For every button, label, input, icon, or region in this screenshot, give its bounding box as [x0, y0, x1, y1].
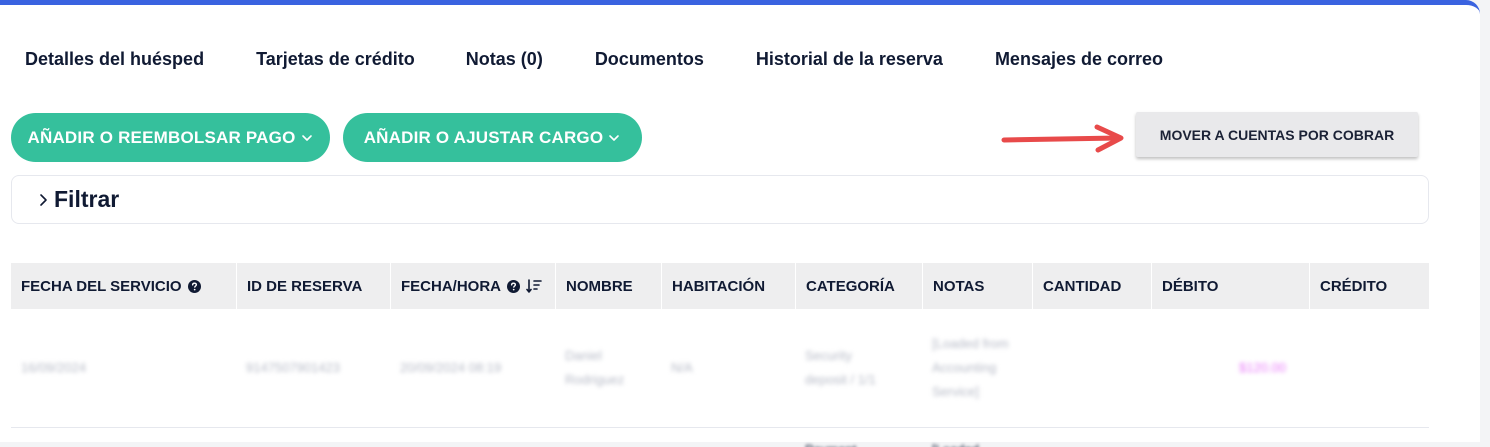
tab-email-messages[interactable]: Mensajes de correo [995, 49, 1163, 70]
header-date-time-label: FECHA/HORA [401, 277, 501, 295]
help-icon[interactable] [507, 279, 520, 293]
cell-name: Daniel Rodriguez [565, 348, 625, 387]
chevron-down-icon [609, 134, 620, 141]
cell-date-time: 20/09/2024 08:19 [400, 360, 502, 375]
chevron-right-icon [40, 193, 47, 206]
reservation-panel: Detalles del huésped Tarjetas de crédito… [0, 0, 1480, 447]
tab-reservation-history[interactable]: Historial de la reserva [756, 49, 943, 70]
tab-documents[interactable]: Documentos [595, 49, 704, 70]
help-icon[interactable] [187, 279, 201, 293]
table-row[interactable]: Payment [Loaded [11, 428, 1429, 447]
chevron-down-icon [301, 134, 312, 141]
header-date-time: FECHA/HORA [390, 263, 555, 309]
cell-quantity [1032, 309, 1151, 427]
page-background-edge [1480, 10, 1490, 442]
cell-reservation-id[interactable]: 9147507901423 [236, 309, 390, 427]
reservation-tabs: Detalles del huésped Tarjetas de crédito… [25, 49, 1215, 70]
cell-category: Security deposit / 1/1 [805, 348, 876, 387]
header-debit: DÉBITO [1151, 263, 1309, 309]
cell-service-date: 16/09/2024 [21, 360, 87, 375]
cell-category: Payment [795, 428, 922, 447]
cell-credit [1309, 309, 1429, 427]
header-name: NOMBRE [555, 263, 661, 309]
annotation-arrow-icon [1001, 124, 1124, 153]
cell-debit: $120.00 [1239, 360, 1286, 375]
move-to-receivables-button[interactable]: MOVER A CUENTAS POR COBRAR [1136, 112, 1418, 157]
cell-notes: [Loaded [922, 428, 1032, 447]
add-adjust-charge-label: AÑADIR O AJUSTAR CARGO [363, 127, 604, 147]
sort-descending-icon[interactable] [526, 278, 542, 294]
header-category: CATEGORÍA [795, 263, 922, 309]
table-row[interactable]: 16/09/2024 9147507901423 20/09/2024 08:1… [11, 309, 1429, 428]
tab-guest-details[interactable]: Detalles del huésped [25, 49, 204, 70]
header-service-date: FECHA DEL SERVICIO [11, 263, 236, 309]
table-header: FECHA DEL SERVICIO ID DE RESERVA FECHA/H… [11, 263, 1429, 309]
tab-notes[interactable]: Notas (0) [466, 49, 543, 70]
header-notes: NOTAS [922, 263, 1032, 309]
add-adjust-charge-button[interactable]: AÑADIR O AJUSTAR CARGO [343, 113, 642, 162]
header-credit: CRÉDITO [1309, 263, 1429, 309]
filter-toggle[interactable]: Filtrar [11, 175, 1429, 224]
tab-credit-cards[interactable]: Tarjetas de crédito [256, 49, 415, 70]
add-refund-payment-button[interactable]: AÑADIR O REEMBOLSAR PAGO [11, 113, 330, 162]
header-room: HABITACIÓN [661, 263, 795, 309]
cell-notes: [Loaded from Accounting Service] [932, 336, 1009, 399]
header-service-date-label: FECHA DEL SERVICIO [21, 277, 182, 295]
add-refund-payment-label: AÑADIR O REEMBOLSAR PAGO [27, 127, 296, 147]
header-quantity: CANTIDAD [1032, 263, 1151, 309]
header-reservation-id: ID DE RESERVA [236, 263, 390, 309]
filter-label: Filtrar [54, 186, 120, 212]
cell-room: N/A [671, 360, 693, 375]
